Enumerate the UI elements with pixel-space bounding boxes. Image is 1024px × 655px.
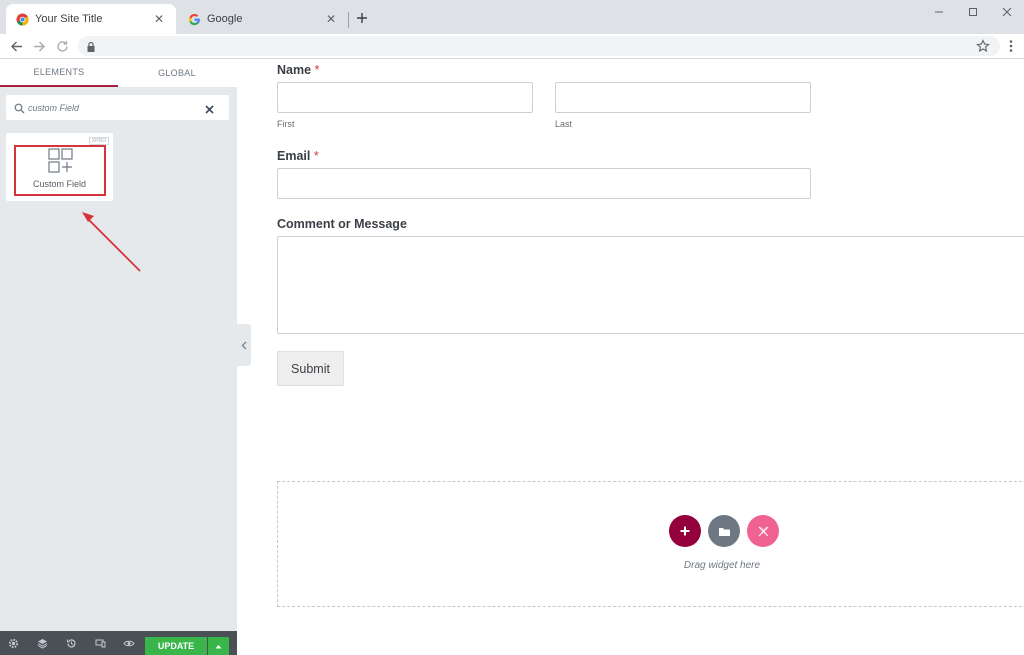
responsive-mode-icon[interactable]: [93, 636, 107, 650]
tab-elements[interactable]: ELEMENTS: [0, 59, 118, 87]
maximize-icon[interactable]: [956, 0, 990, 24]
xpro-x-icon: [758, 526, 768, 536]
settings-gear-icon[interactable]: [6, 636, 20, 650]
annotation-arrow: [82, 212, 141, 272]
window-controls: [922, 0, 1024, 26]
tab-title: Your Site Title: [35, 13, 103, 25]
xpro-templates-button[interactable]: [747, 515, 779, 547]
comment-label: Comment or Message: [277, 217, 407, 231]
comment-textarea[interactable]: [277, 236, 1024, 334]
address-bar[interactable]: [78, 36, 1000, 56]
last-sublabel: Last: [555, 119, 573, 129]
name-label-text: Name: [277, 63, 312, 77]
tab-strip: Your Site Title ✕ Google ✕: [0, 0, 1024, 34]
browser-toolbar: [0, 34, 1024, 58]
search-input[interactable]: [28, 99, 198, 116]
reload-icon[interactable]: [54, 38, 70, 54]
add-template-button[interactable]: [708, 515, 740, 547]
tab-google[interactable]: Google ✕: [178, 4, 348, 34]
pro-badge: XPRO: [88, 137, 109, 145]
clear-search-icon[interactable]: [205, 101, 217, 114]
google-icon: [188, 13, 201, 26]
browser-window: Your Site Title ✕ Google ✕ ELEMENTS GLOB…: [0, 0, 1024, 655]
custom-field-icon: [48, 148, 74, 174]
update-button[interactable]: UPDATE: [145, 637, 207, 655]
save-options-caret-icon[interactable]: [208, 637, 229, 655]
navigator-layers-icon[interactable]: [35, 636, 49, 650]
browser-menu-icon[interactable]: [1008, 39, 1014, 53]
close-tab-icon[interactable]: ✕: [152, 12, 166, 26]
widget-label: Custom Field: [32, 179, 86, 189]
email-field[interactable]: [277, 168, 811, 199]
add-section-button[interactable]: [669, 515, 701, 547]
required-marker: *: [313, 149, 319, 163]
lock-icon: [86, 40, 96, 52]
dropzone-hint: Drag widget here: [683, 560, 761, 571]
required-marker: *: [314, 63, 320, 77]
panel-footer: UPDATE: [0, 631, 237, 655]
bookmark-star-icon[interactable]: [976, 39, 990, 53]
close-window-icon[interactable]: [990, 0, 1024, 24]
close-tab-icon[interactable]: ✕: [324, 12, 338, 26]
empty-section-dropzone[interactable]: [277, 481, 1024, 607]
submit-button[interactable]: Submit: [277, 351, 344, 386]
first-name-field[interactable]: [277, 82, 533, 113]
new-tab-icon[interactable]: [354, 10, 370, 26]
history-icon[interactable]: [64, 636, 78, 650]
panel-tabs: ELEMENTS GLOBAL: [0, 59, 237, 87]
custom-field-widget[interactable]: XPRO Custom Field: [6, 133, 113, 201]
plus-icon: [680, 526, 690, 536]
forward-arrow-icon[interactable]: [31, 38, 47, 54]
collapse-panel-handle[interactable]: [237, 324, 251, 366]
preview-eye-icon[interactable]: [122, 636, 136, 650]
name-label: Name *: [277, 63, 319, 77]
first-sublabel: First: [277, 119, 295, 129]
tab-global[interactable]: GLOBAL: [118, 59, 236, 87]
tab-title: Google: [207, 13, 243, 25]
email-label-text: Email: [277, 149, 311, 163]
editor-panel: ELEMENTS GLOBAL XPRO Cus: [0, 59, 237, 655]
email-label: Email *: [277, 149, 319, 163]
minimize-icon[interactable]: [922, 0, 956, 24]
widget-search: [6, 95, 229, 120]
last-name-field[interactable]: [555, 82, 811, 113]
folder-icon: [718, 527, 730, 536]
tab-your-site-title[interactable]: Your Site Title ✕: [6, 4, 176, 34]
search-icon: [14, 101, 26, 114]
tab-separator: [348, 12, 349, 28]
back-arrow-icon[interactable]: [8, 38, 24, 54]
chrome-icon: [16, 12, 29, 26]
